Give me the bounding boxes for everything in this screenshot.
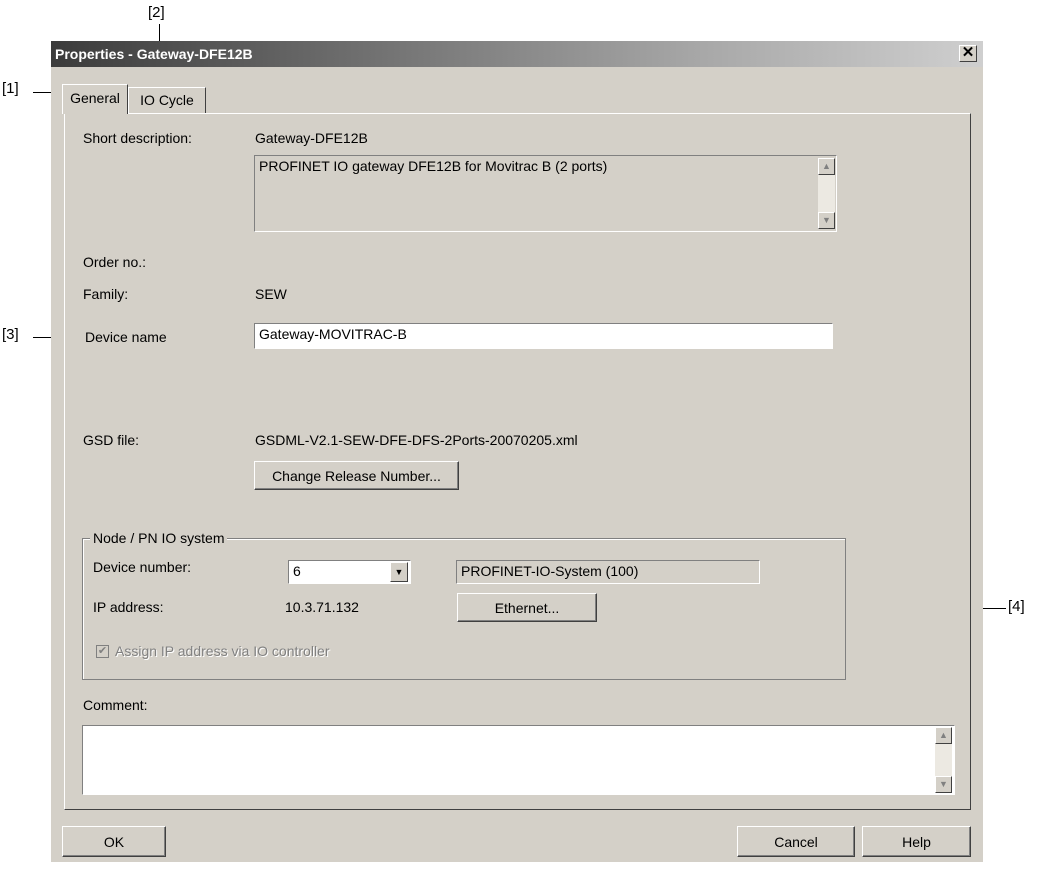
- scroll-up-icon[interactable]: ▲: [935, 727, 952, 744]
- close-icon[interactable]: ✕: [959, 45, 977, 62]
- tab-general[interactable]: General: [62, 84, 128, 114]
- check-icon: ✔: [97, 645, 108, 657]
- family-label: Family:: [83, 286, 129, 302]
- help-button[interactable]: Help: [862, 826, 971, 857]
- gsd-file-value: GSDML-V2.1-SEW-DFE-DFS-2Ports-20070205.x…: [255, 432, 578, 448]
- ok-button[interactable]: OK: [62, 826, 166, 857]
- assign-ip-checkbox[interactable]: ✔: [96, 645, 109, 658]
- cancel-button[interactable]: Cancel: [737, 826, 855, 857]
- device-name-label: Device name: [85, 329, 167, 345]
- description-textarea[interactable]: PROFINET IO gateway DFE12B for Movitrac …: [254, 155, 837, 232]
- description-scrollbar[interactable]: ▲ ▼: [818, 158, 835, 229]
- ethernet-button[interactable]: Ethernet...: [457, 593, 597, 622]
- callout-2: [2]: [148, 4, 165, 21]
- device-name-field[interactable]: Gateway-MOVITRAC-B: [254, 323, 833, 349]
- description-text: PROFINET IO gateway DFE12B for Movitrac …: [259, 158, 608, 174]
- short-description-label: Short description:: [83, 130, 192, 146]
- io-system-value: PROFINET-IO-System (100): [461, 563, 639, 579]
- device-name-value: Gateway-MOVITRAC-B: [259, 326, 407, 342]
- ip-address-label: IP address:: [93, 599, 164, 615]
- device-number-value: 6: [293, 563, 301, 579]
- window-title: Properties - Gateway-DFE12B: [55, 46, 253, 62]
- node-pn-io-group-title: Node / PN IO system: [90, 530, 228, 546]
- device-number-label: Device number:: [93, 559, 192, 575]
- comment-label: Comment:: [83, 697, 148, 713]
- title-bar: Properties - Gateway-DFE12B: [51, 41, 983, 67]
- tab-io-cycle[interactable]: IO Cycle: [128, 87, 206, 113]
- gsd-file-label: GSD file:: [83, 432, 140, 448]
- tab-general-label: General: [70, 90, 120, 106]
- callout-1: [1]: [2, 80, 19, 97]
- scroll-down-icon[interactable]: ▼: [935, 776, 952, 793]
- family-value: SEW: [255, 286, 287, 302]
- change-release-number-button[interactable]: Change Release Number...: [254, 461, 459, 490]
- io-system-field: PROFINET-IO-System (100): [456, 560, 760, 584]
- short-description-value: Gateway-DFE12B: [255, 130, 368, 146]
- assign-ip-label: Assign IP address via IO controller: [115, 643, 330, 659]
- comment-scrollbar[interactable]: ▲ ▼: [935, 727, 952, 793]
- callout-4: [4]: [1008, 598, 1025, 615]
- dropdown-arrow-icon[interactable]: ▼: [390, 562, 408, 582]
- order-no-label: Order no.:: [83, 254, 147, 270]
- ip-address-value: 10.3.71.132: [285, 599, 359, 615]
- tab-io-cycle-label: IO Cycle: [140, 92, 194, 108]
- scroll-down-icon[interactable]: ▼: [818, 212, 835, 229]
- callout-3: [3]: [2, 326, 19, 343]
- scroll-up-icon[interactable]: ▲: [818, 158, 835, 175]
- properties-dialog: Properties - Gateway-DFE12B ✕ General IO…: [51, 41, 983, 862]
- comment-textarea[interactable]: [82, 725, 955, 795]
